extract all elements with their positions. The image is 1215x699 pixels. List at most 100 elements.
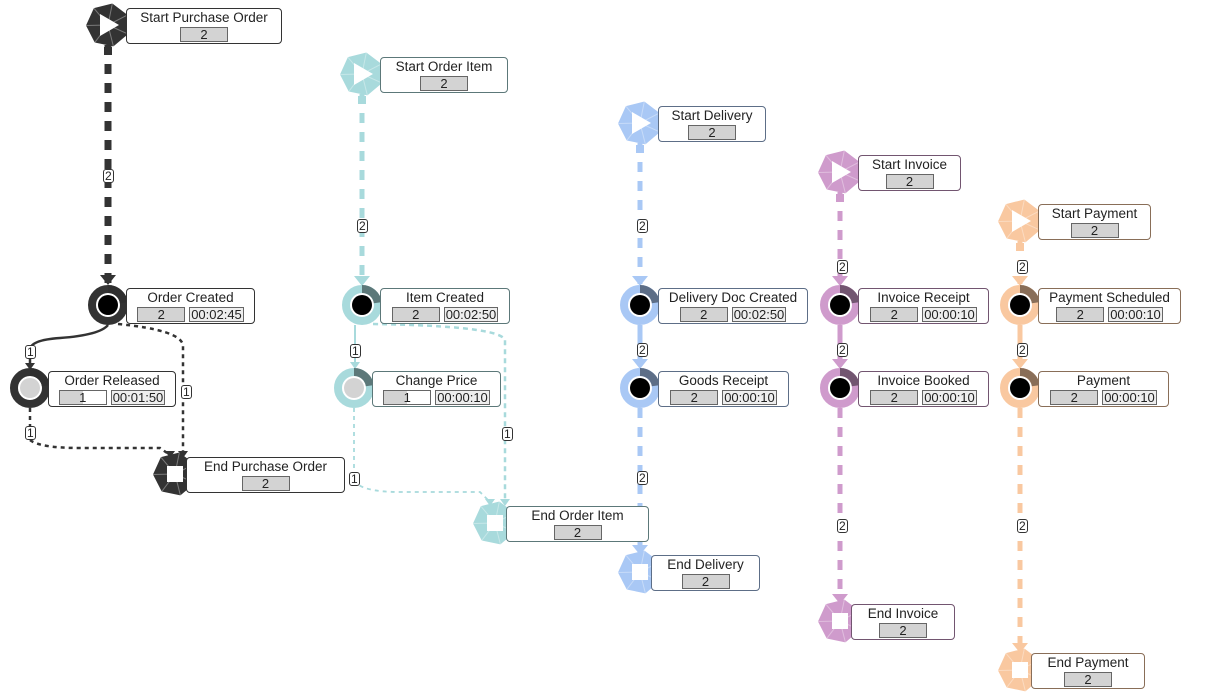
process-map-canvas	[10, 3, 1041, 692]
edge-order_released-to-end_po[interactable]	[28, 408, 175, 458]
node-title: Start Delivery	[671, 108, 753, 123]
activity-core	[98, 295, 118, 315]
node-label-invoice-receipt[interactable]: Invoice Receipt 2 00:00:10	[858, 288, 989, 324]
edge-item_created-to-end_oi[interactable]	[372, 322, 510, 506]
node-label-end-po[interactable]: End Purchase Order 2	[186, 457, 345, 493]
node-label-payment-scheduled[interactable]: Payment Scheduled 2 00:00:10	[1038, 288, 1181, 324]
node-order-released[interactable]	[10, 368, 50, 408]
node-metrics: 2	[1032, 672, 1144, 687]
node-start-dl[interactable]	[617, 101, 661, 153]
edge-start_oi-to-item_created[interactable]	[354, 94, 370, 286]
node-label-end-oi[interactable]: End Order Item 2	[506, 506, 649, 542]
frequency-count: 2	[688, 125, 736, 140]
node-title: Item Created	[405, 290, 485, 305]
stop-icon	[1012, 662, 1028, 678]
frequency-count: 2	[1056, 307, 1105, 322]
node-label-end-in[interactable]: End Invoice 2	[851, 604, 955, 640]
activity-core	[1010, 295, 1030, 315]
node-start-po[interactable]	[85, 3, 129, 55]
edge-frequency-label: 2	[1017, 343, 1028, 357]
frequency-count: 1	[58, 390, 107, 405]
port-marker	[358, 96, 366, 104]
node-label-goods-receipt[interactable]: Goods Receipt 2 00:00:10	[658, 371, 789, 407]
node-label-start-in[interactable]: Start Invoice 2	[858, 155, 961, 191]
edge-frequency-label: 2	[837, 343, 848, 357]
arrowhead-icon	[100, 275, 116, 285]
node-title: Order Released	[64, 373, 160, 388]
port-marker	[104, 47, 112, 55]
activity-core	[344, 378, 364, 398]
frequency-count: 2	[870, 390, 919, 405]
node-invoice-booked[interactable]	[820, 368, 860, 408]
edge-frequency-label: 2	[637, 219, 648, 233]
node-label-start-dl[interactable]: Start Delivery 2	[658, 106, 766, 142]
node-metrics: 2	[852, 623, 954, 638]
node-start-in[interactable]	[817, 150, 861, 202]
edge-frequency-label: 2	[103, 169, 114, 183]
node-title: Goods Receipt	[678, 373, 769, 388]
edge-frequency-label: 1	[25, 426, 36, 440]
edge-start_po-to-order_created[interactable]	[100, 45, 116, 285]
frequency-count: 2	[681, 574, 730, 589]
node-metrics: 2 00:02:45	[127, 307, 254, 322]
node-goods-receipt[interactable]	[620, 368, 660, 408]
node-start-oi[interactable]	[339, 52, 383, 104]
node-invoice-receipt[interactable]	[820, 285, 860, 325]
duration-value: 00:00:10	[922, 307, 977, 322]
node-label-start-oi[interactable]: Start Order Item 2	[380, 57, 508, 93]
node-start-pa[interactable]	[997, 199, 1041, 251]
edge-invoice_booked-to-end_in[interactable]	[832, 408, 848, 604]
node-label-order-released[interactable]: Order Released 1 00:01:50	[48, 371, 176, 407]
edge-path[interactable]	[353, 408, 489, 501]
port-marker	[636, 145, 644, 153]
node-payment[interactable]	[1000, 368, 1040, 408]
node-order-created[interactable]	[88, 285, 128, 325]
stop-icon	[832, 613, 848, 629]
frequency-count: 2	[885, 174, 934, 189]
node-title: Invoice Booked	[877, 373, 970, 388]
node-payment-scheduled[interactable]	[1000, 285, 1040, 325]
edge-order_created-to-order_released[interactable]	[25, 324, 109, 370]
node-item-created[interactable]	[342, 285, 382, 325]
frequency-count: 1	[383, 390, 432, 405]
frequency-count: 2	[391, 307, 440, 322]
edge-path[interactable]	[28, 324, 109, 366]
activity-core	[630, 295, 650, 315]
arrowhead-icon	[1012, 276, 1028, 286]
node-label-order-created[interactable]: Order Created 2 00:02:45	[126, 288, 255, 324]
arrowhead-icon	[832, 276, 848, 286]
node-label-start-pa[interactable]: Start Payment 2	[1038, 204, 1151, 240]
node-label-delivery-doc-created[interactable]: Delivery Doc Created 2 00:02:50	[658, 288, 808, 324]
node-label-invoice-booked[interactable]: Invoice Booked 2 00:00:10	[858, 371, 989, 407]
node-metrics: 2 00:00:10	[1039, 307, 1180, 322]
node-delivery-doc-created[interactable]	[620, 285, 660, 325]
edge-frequency-label: 2	[1017, 260, 1028, 274]
node-label-item-created[interactable]: Item Created 2 00:02:50	[380, 288, 510, 324]
node-title: Change Price	[395, 373, 478, 388]
port-marker	[1016, 243, 1024, 251]
edge-path[interactable]	[28, 408, 171, 457]
node-change-price[interactable]	[334, 368, 374, 408]
node-label-change-price[interactable]: Change Price 1 00:00:10	[372, 371, 501, 407]
node-metrics: 2	[1039, 223, 1150, 238]
node-label-start-po[interactable]: Start Purchase Order 2	[126, 8, 282, 44]
node-title: Payment Scheduled	[1049, 290, 1170, 305]
edge-start_dl-to-delivery_doc_created[interactable]	[632, 143, 648, 286]
activity-core	[830, 378, 850, 398]
duration-value: 00:02:45	[189, 307, 244, 322]
node-label-payment[interactable]: Payment 2 00:00:10	[1038, 371, 1169, 407]
activity-core	[20, 378, 40, 398]
edge-path[interactable]	[372, 322, 507, 502]
activity-core	[1010, 378, 1030, 398]
activity-core	[630, 378, 650, 398]
node-label-end-pa[interactable]: End Payment 2	[1031, 653, 1145, 689]
arrowhead-icon	[832, 359, 848, 369]
duration-value: 00:02:50	[731, 307, 787, 322]
edge-change_price-to-end_oi[interactable]	[353, 408, 495, 506]
node-metrics: 2 00:02:50	[381, 307, 509, 322]
duration-value: 00:00:10	[1108, 307, 1163, 322]
node-title: Invoice Receipt	[877, 290, 970, 305]
edge-frequency-label: 1	[181, 385, 192, 399]
node-label-end-dl[interactable]: End Delivery 2	[651, 555, 760, 591]
frequency-count: 2	[420, 76, 468, 91]
